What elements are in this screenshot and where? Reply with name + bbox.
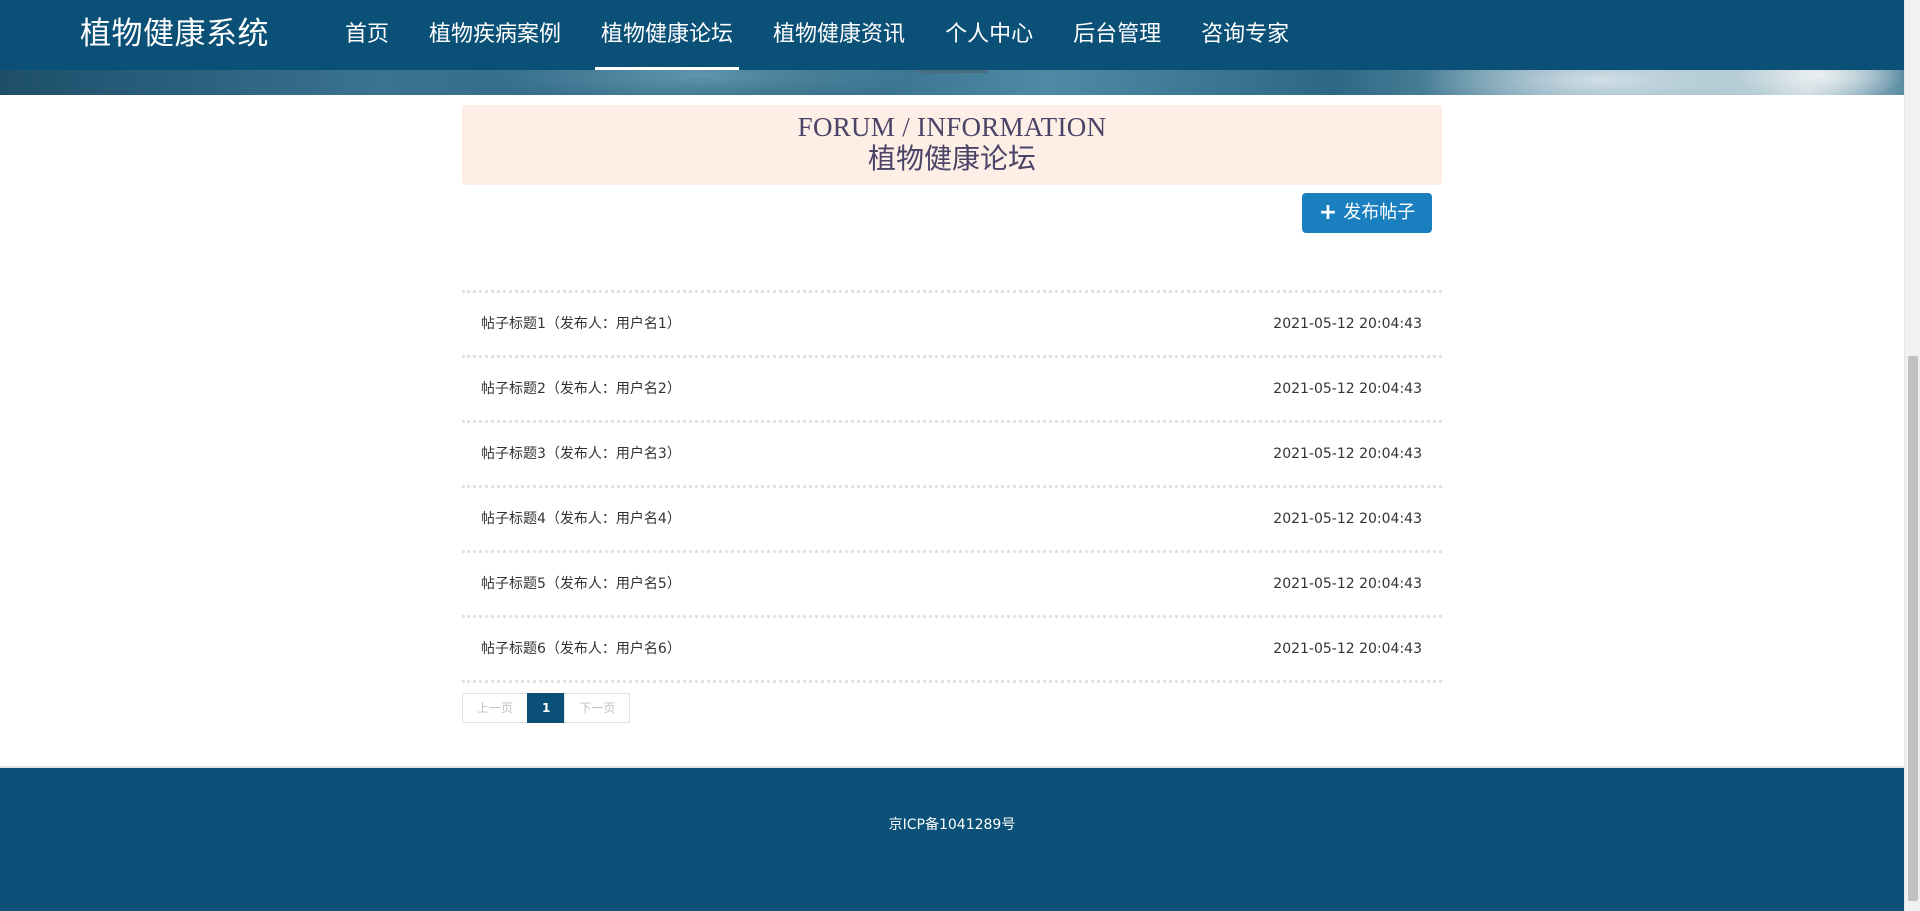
- post-title[interactable]: 帖子标题2（发布人：用户名2）: [481, 358, 681, 420]
- icp-record: 京ICP备1041289号: [888, 817, 1016, 833]
- main-content: FORUM / INFORMATION 植物健康论坛 + 发布帖子 帖子标题1（发…: [462, 105, 1442, 723]
- post-title[interactable]: 帖子标题5（发布人：用户名5）: [481, 553, 681, 615]
- action-bar: + 发布帖子: [462, 185, 1442, 290]
- list-item[interactable]: 帖子标题6（发布人：用户名6） 2021-05-12 20:04:43: [462, 618, 1442, 683]
- page-1-button[interactable]: 1: [527, 693, 566, 723]
- nav-item-forum[interactable]: 植物健康论坛: [581, 0, 753, 70]
- list-item[interactable]: 帖子标题4（发布人：用户名4） 2021-05-12 20:04:43: [462, 488, 1442, 553]
- section-title-en: FORUM / INFORMATION: [797, 112, 1107, 142]
- post-time: 2021-05-12 20:04:43: [1273, 446, 1422, 462]
- nav-item-disease-cases[interactable]: 植物疾病案例: [409, 0, 581, 70]
- next-page-button[interactable]: 下一页: [564, 693, 631, 723]
- post-time: 2021-05-12 20:04:43: [1273, 381, 1422, 397]
- post-title[interactable]: 帖子标题6（发布人：用户名6）: [481, 618, 681, 680]
- post-title[interactable]: 帖子标题3（发布人：用户名3）: [481, 423, 681, 485]
- publish-post-label: 发布帖子: [1343, 202, 1416, 223]
- list-item[interactable]: 帖子标题3（发布人：用户名3） 2021-05-12 20:04:43: [462, 423, 1442, 488]
- list-item[interactable]: 帖子标题2（发布人：用户名2） 2021-05-12 20:04:43: [462, 358, 1442, 423]
- banner-indicator[interactable]: [916, 70, 988, 73]
- list-item[interactable]: 帖子标题5（发布人：用户名5） 2021-05-12 20:04:43: [462, 553, 1442, 618]
- nav-item-personal-center[interactable]: 个人中心: [925, 0, 1053, 70]
- page-scrollbar[interactable]: [1904, 0, 1920, 911]
- footer: 京ICP备1041289号: [0, 766, 1904, 911]
- scrollbar-thumb[interactable]: [1908, 356, 1918, 901]
- top-navbar: 植物健康系统 首页 植物疾病案例 植物健康论坛 植物健康资讯 个人中心 后台管理…: [0, 0, 1904, 70]
- post-list: 帖子标题1（发布人：用户名1） 2021-05-12 20:04:43 帖子标题…: [462, 290, 1442, 683]
- post-title[interactable]: 帖子标题4（发布人：用户名4）: [481, 488, 681, 550]
- main-nav: 首页 植物疾病案例 植物健康论坛 植物健康资讯 个人中心 后台管理 咨询专家: [325, 0, 1309, 70]
- nav-item-home[interactable]: 首页: [325, 0, 409, 70]
- section-title-box: FORUM / INFORMATION 植物健康论坛: [462, 105, 1442, 185]
- post-title[interactable]: 帖子标题1（发布人：用户名1）: [481, 293, 681, 355]
- list-item[interactable]: 帖子标题1（发布人：用户名1） 2021-05-12 20:04:43: [462, 293, 1442, 358]
- site-brand[interactable]: 植物健康系统: [80, 12, 269, 56]
- pagination: 上一页 1 下一页: [462, 693, 1442, 723]
- prev-page-button[interactable]: 上一页: [462, 693, 529, 723]
- post-time: 2021-05-12 20:04:43: [1273, 316, 1422, 332]
- post-time: 2021-05-12 20:04:43: [1273, 641, 1422, 657]
- plus-icon: +: [1318, 200, 1338, 225]
- banner-image: [0, 70, 1904, 95]
- post-time: 2021-05-12 20:04:43: [1273, 511, 1422, 527]
- nav-item-consult-expert[interactable]: 咨询专家: [1181, 0, 1309, 70]
- post-time: 2021-05-12 20:04:43: [1273, 576, 1422, 592]
- nav-item-news[interactable]: 植物健康资讯: [753, 0, 925, 70]
- section-title-cn: 植物健康论坛: [867, 144, 1036, 175]
- nav-item-admin[interactable]: 后台管理: [1053, 0, 1181, 70]
- publish-post-button[interactable]: + 发布帖子: [1302, 193, 1432, 233]
